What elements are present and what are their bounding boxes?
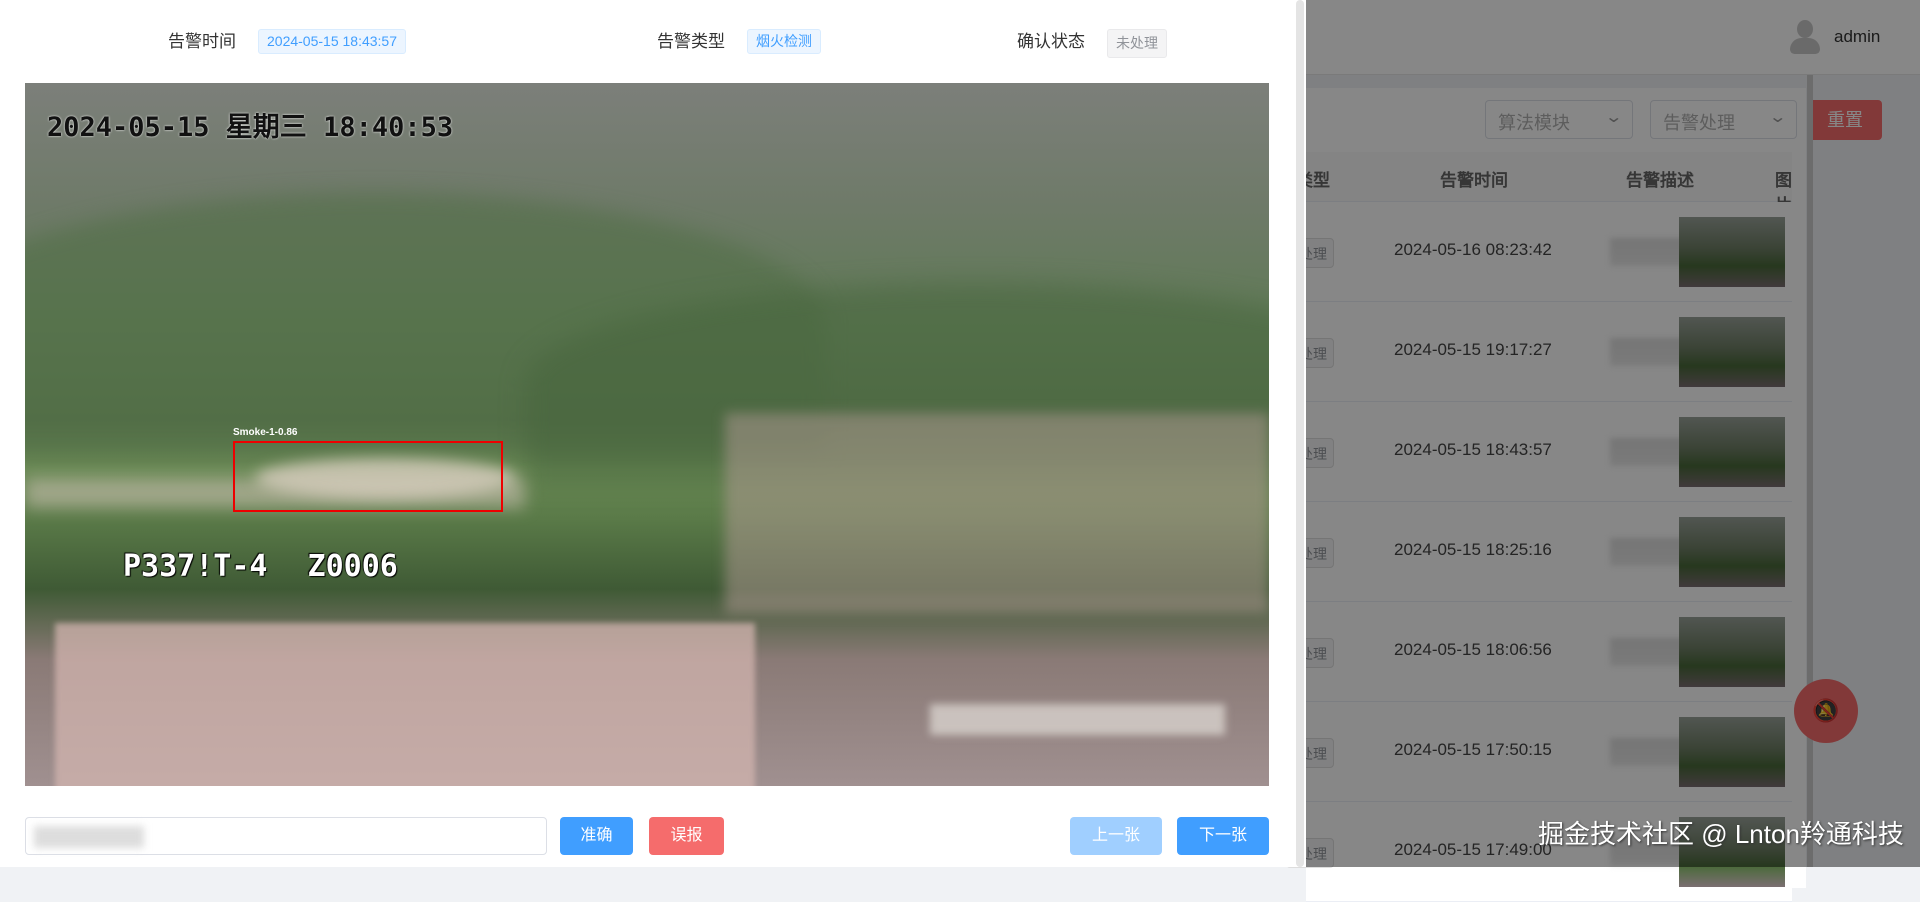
accurate-button[interactable]: 准确 — [560, 817, 633, 855]
alarm-snapshot: 2024-05-15 星期三 18:40:53 Smoke-1-0.86 P33… — [25, 83, 1269, 786]
redacted-area — [930, 704, 1225, 735]
detection-box — [233, 441, 503, 512]
alarm-type-label: 告警类型 — [657, 32, 725, 51]
confirm-status-label: 确认状态 — [1017, 32, 1085, 51]
watermark: 掘金技术社区 @ Lnton羚通科技 — [1538, 819, 1904, 849]
detection-label: Smoke-1-0.86 — [233, 427, 298, 438]
remark-input[interactable] — [25, 817, 547, 855]
prev-button[interactable]: 上一张 — [1070, 817, 1162, 855]
false-alarm-button[interactable]: 误报 — [649, 817, 724, 855]
alarm-time-label: 告警时间 — [168, 32, 236, 51]
snapshot-timestamp: 2024-05-15 星期三 18:40:53 — [47, 112, 454, 143]
next-button[interactable]: 下一张 — [1177, 817, 1269, 855]
camera-id: P337!T-4 Z0006 — [123, 549, 398, 584]
confirm-status-tag: 未处理 — [1107, 29, 1167, 58]
dialog-scrollbar[interactable] — [1296, 0, 1304, 867]
alarm-type-tag: 烟火检测 — [747, 29, 821, 54]
alarm-time-tag: 2024-05-15 18:43:57 — [258, 29, 406, 54]
alarm-detail-dialog: 告警时间 2024-05-15 18:43:57 告警类型 烟火检测 确认状态 … — [0, 0, 1306, 867]
